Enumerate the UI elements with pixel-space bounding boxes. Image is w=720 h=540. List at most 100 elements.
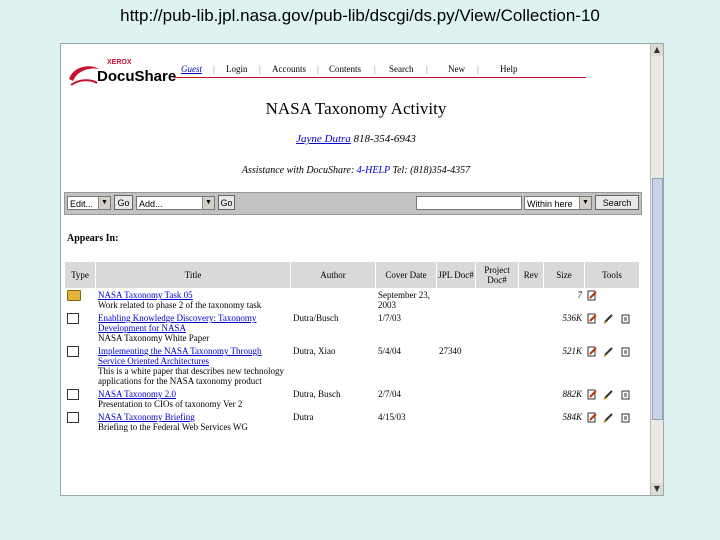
- type-cell: [65, 312, 95, 344]
- table-row: NASA Taxonomy Briefing Briefing to the F…: [65, 411, 639, 433]
- checkout-icon[interactable]: [620, 346, 631, 357]
- edit-select-value: Edit...: [70, 199, 94, 209]
- tools-cell: [585, 388, 639, 410]
- address-bar-url: http://pub-lib.jpl.nasa.gov/pub-lib/dscg…: [120, 6, 600, 25]
- edit-go-button[interactable]: Go: [114, 195, 133, 210]
- chevron-down-icon: ▼: [98, 197, 110, 209]
- properties-icon[interactable]: [587, 346, 598, 357]
- nav-login-link[interactable]: Login: [226, 64, 248, 74]
- edit-pencil-icon[interactable]: [603, 412, 614, 423]
- checkout-icon[interactable]: [620, 412, 631, 423]
- title-cell: Enabling Knowledge Discovery: Taxonomy D…: [96, 312, 290, 344]
- properties-icon[interactable]: [587, 412, 598, 423]
- add-select[interactable]: Add... ▼: [136, 196, 215, 210]
- document-title-link[interactable]: NASA Taxonomy Task 05: [98, 290, 288, 300]
- document-description: Work related to phase 2 of the taxonomy …: [98, 300, 262, 310]
- document-title-link[interactable]: Enabling Knowledge Discovery: Taxonomy D…: [98, 313, 288, 333]
- col-header-tools: Tools: [585, 262, 639, 288]
- size-cell: 521K: [544, 345, 584, 387]
- scope-select[interactable]: Within here ▼: [524, 196, 592, 210]
- scroll-up-icon[interactable]: ▲: [651, 44, 663, 56]
- tools-cell: [585, 312, 639, 344]
- page-title: NASA Taxonomy Activity: [265, 99, 447, 118]
- nav-divider: [174, 77, 586, 78]
- tools-cell: [585, 411, 639, 433]
- nav-accounts-link[interactable]: Accounts: [272, 64, 306, 74]
- date-cell: 4/15/03: [376, 411, 436, 433]
- edit-pencil-icon[interactable]: [603, 389, 614, 400]
- properties-icon[interactable]: [587, 290, 598, 301]
- size-cell: 584K: [544, 411, 584, 433]
- project-doc-cell: [476, 411, 518, 433]
- help-link[interactable]: 4-HELP: [357, 165, 390, 176]
- author-cell: Dutra/Busch: [291, 312, 375, 344]
- add-go-button[interactable]: Go: [218, 195, 235, 210]
- document-icon[interactable]: [67, 346, 79, 357]
- action-toolbar: Edit... ▼ Go Add... ▼ Go Within here ▼ S…: [64, 192, 642, 215]
- date-cell: 2/7/04: [376, 388, 436, 410]
- document-icon[interactable]: [67, 412, 79, 423]
- document-title-link[interactable]: NASA Taxonomy 2.0: [98, 389, 288, 399]
- scroll-down-icon[interactable]: ▼: [651, 483, 663, 495]
- col-header-project-doc[interactable]: Project Doc#: [476, 262, 518, 288]
- properties-icon[interactable]: [587, 313, 598, 324]
- project-doc-cell: [476, 289, 518, 311]
- table-header-row: Type Title Author Cover Date JPL Doc# Pr…: [65, 262, 639, 288]
- nav-guest-link[interactable]: Guest: [181, 64, 202, 74]
- document-description: Presentation to CIOs of taxonomy Ver 2: [98, 399, 243, 409]
- document-icon[interactable]: [67, 389, 79, 400]
- properties-icon[interactable]: [587, 389, 598, 400]
- edit-pencil-icon[interactable]: [603, 313, 614, 324]
- size-cell: 882K: [544, 388, 584, 410]
- edit-pencil-icon[interactable]: [603, 346, 614, 357]
- document-description: NASA Taxonomy White Paper: [98, 333, 210, 343]
- col-header-title[interactable]: Title: [96, 262, 290, 288]
- assistance-tel: Tel: (818)354-4357: [392, 165, 471, 176]
- folder-icon[interactable]: [67, 290, 81, 301]
- col-header-author[interactable]: Author: [291, 262, 375, 288]
- nav-new-link[interactable]: New: [448, 64, 465, 74]
- title-cell: NASA Taxonomy Briefing Briefing to the F…: [96, 411, 290, 433]
- col-header-type[interactable]: Type: [65, 262, 95, 288]
- col-header-rev[interactable]: Rev: [519, 262, 543, 288]
- nav-help-link[interactable]: Help: [500, 64, 518, 74]
- browser-window: XEROX DocuShare Guest | Login | Accounts…: [60, 43, 664, 496]
- title-cell: NASA Taxonomy Task 05 Work related to ph…: [96, 289, 290, 311]
- add-select-value: Add...: [139, 199, 163, 209]
- assistance-line: Assistance with DocuShare: 4-HELP Tel: (…: [61, 165, 651, 176]
- document-title-link[interactable]: NASA Taxonomy Briefing: [98, 412, 288, 422]
- nav-contents-link[interactable]: Contents: [329, 64, 361, 74]
- search-input[interactable]: [416, 196, 522, 210]
- rev-cell: [519, 289, 543, 311]
- tools-cell: [585, 289, 639, 311]
- document-title-link[interactable]: Implementing the NASA Taxonomy Through S…: [98, 346, 288, 366]
- search-button[interactable]: Search: [595, 195, 639, 210]
- assistance-label: Assistance with DocuShare:: [241, 165, 355, 176]
- title-cell: NASA Taxonomy 2.0 Presentation to CIOs o…: [96, 388, 290, 410]
- document-icon[interactable]: [67, 313, 79, 324]
- edit-select[interactable]: Edit... ▼: [67, 196, 111, 210]
- col-header-cover-date[interactable]: Cover Date: [376, 262, 436, 288]
- checkout-icon[interactable]: [620, 389, 631, 400]
- col-header-jpl-doc[interactable]: JPL Doc#: [437, 262, 475, 288]
- docushare-logo[interactable]: XEROX DocuShare: [67, 59, 177, 95]
- author-cell: Dutra: [291, 411, 375, 433]
- table-row: Implementing the NASA Taxonomy Through S…: [65, 345, 639, 387]
- tools-cell: [585, 345, 639, 387]
- appears-in-heading: Appears In:: [67, 233, 119, 244]
- date-cell: 1/7/03: [376, 312, 436, 344]
- contact-name-link[interactable]: Jayne Dutra: [296, 133, 351, 145]
- jpl-doc-cell: [437, 289, 475, 311]
- nav-search-link[interactable]: Search: [389, 64, 414, 74]
- checkout-icon[interactable]: [620, 313, 631, 324]
- rev-cell: [519, 312, 543, 344]
- col-header-size[interactable]: Size: [544, 262, 584, 288]
- vertical-scrollbar[interactable]: ▲ ▼: [650, 44, 663, 495]
- contact-line: Jayne Dutra 818-354-6943: [61, 133, 651, 145]
- type-cell: [65, 345, 95, 387]
- scrollbar-thumb[interactable]: [652, 178, 663, 420]
- logo-product: DocuShare: [97, 68, 177, 85]
- document-description: Briefing to the Federal Web Services WG: [98, 422, 248, 432]
- rev-cell: [519, 345, 543, 387]
- jpl-doc-cell: [437, 388, 475, 410]
